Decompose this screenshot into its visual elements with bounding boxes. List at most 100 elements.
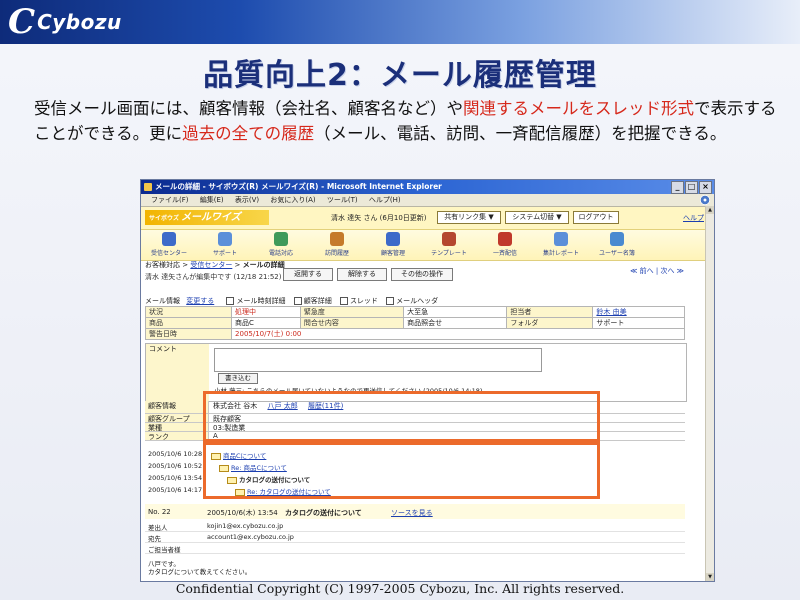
menu-favorites[interactable]: お気に入り(A): [270, 196, 315, 204]
logo-text: Cybozu: [37, 10, 122, 34]
customer-label: 顧客情報: [145, 401, 209, 413]
breadcrumb-root: お客様対応: [145, 261, 180, 269]
urgency-label: 緊急度: [299, 306, 405, 318]
menu-tools[interactable]: ツール(T): [327, 196, 358, 204]
product-label: 商品: [144, 317, 233, 329]
logout-button[interactable]: ログアウト: [573, 211, 619, 224]
mailwise-logo: サイボウズ メールワイズ: [145, 210, 269, 225]
assignee-value[interactable]: 鈴木 由美: [592, 306, 685, 318]
maximize-button[interactable]: □: [685, 181, 698, 194]
mail-info-bar: メール情報 変更する メール時刻詳細 顧客詳細 スレッド メールヘッダ: [145, 296, 438, 306]
mail-header: No. 22 2005/10/6(木) 13:54 カタログの送付について ソー…: [145, 504, 685, 519]
copyright-footer: Confidential Copyright (C) 1997-2005 Cyb…: [175, 581, 625, 596]
status-label: 状況: [144, 306, 233, 318]
ie-logo-icon: [700, 195, 710, 205]
from-value: kojin1@ex.cybozu.co.jp: [207, 522, 284, 530]
from-row: 差出人 kojin1@ex.cybozu.co.jp: [145, 521, 685, 532]
slide-title: 品質向上2：メール履歴管理: [203, 58, 597, 93]
thread-date: 2005/10/6 10:28: [148, 450, 203, 458]
greeting-row: ご担当者様: [145, 543, 685, 554]
mail-subject: カタログの送付について: [285, 509, 362, 517]
nav-broadcast-label: 一斉配信: [492, 250, 517, 257]
templates-icon: [442, 232, 456, 246]
folder-value: サポート: [592, 317, 685, 329]
nav-templates-label: テンプレート: [431, 250, 467, 257]
comment-label: コメント: [146, 344, 209, 401]
reopen-button[interactable]: 返開する: [283, 268, 333, 281]
urgency-value: 大至急: [403, 306, 508, 318]
to-value: account1@ex.cybozu.co.jp: [207, 533, 294, 541]
status-value: 処理中: [231, 306, 301, 318]
to-row: 宛先 account1@ex.cybozu.co.jp: [145, 532, 685, 543]
table-row: 警告日時 2005/10/7(土) 0:00: [144, 328, 685, 340]
nav-users[interactable]: ユーザー名簿: [589, 232, 645, 257]
comment-input[interactable]: [214, 348, 542, 372]
close-button[interactable]: ×: [699, 181, 712, 194]
release-button[interactable]: 解除する: [337, 268, 387, 281]
nav-inbox-label: 受信センター: [150, 250, 187, 257]
mail-status-table: 状況 処理中 緊急度 大至急 担当者 鈴木 由美 商品 商品C 問合せ内容 商品…: [144, 306, 685, 340]
check-time-label: メール時刻詳細: [236, 297, 286, 305]
vertical-scrollbar[interactable]: ▲ ▼: [705, 206, 714, 581]
desc-part-3: （メール、電話、訪問、一斉配信履歴）を把握できる。: [314, 124, 727, 143]
logo-mark-icon: C: [8, 2, 36, 42]
scroll-up-icon[interactable]: ▲: [706, 206, 714, 214]
mail-info-label: メール情報: [145, 297, 180, 305]
header-band: C Cybozu: [0, 0, 800, 44]
highlight-customer-box: [203, 391, 600, 442]
warn-label: 警告日時: [144, 328, 233, 340]
mail-addresses: 差出人 kojin1@ex.cybozu.co.jp 宛先 account1@ex.…: [145, 521, 685, 554]
nav-support[interactable]: サポート: [197, 232, 253, 257]
nav-reports[interactable]: 集計レポート: [533, 232, 589, 257]
nav-templates[interactable]: テンプレート: [421, 232, 477, 257]
help-link[interactable]: ヘルプ: [683, 213, 704, 223]
browser-titlebar: メールの詳細 - サイボウズ(R) メールワイズ(R) - Microsoft …: [141, 180, 714, 194]
breadcrumb-inbox[interactable]: 受信センター: [190, 261, 232, 269]
minimize-button[interactable]: _: [671, 181, 684, 194]
scroll-down-icon[interactable]: ▼: [706, 573, 714, 581]
inbox-icon: [162, 232, 176, 246]
phone-icon: [274, 232, 288, 246]
mail-number: No. 22: [148, 508, 171, 516]
nav-support-label: サポート: [212, 250, 237, 257]
menu-view[interactable]: 表示(V): [235, 196, 259, 204]
warn-value: 2005/10/7(土) 0:00: [231, 328, 685, 340]
menu-help[interactable]: ヘルプ(H): [369, 196, 401, 204]
checkbox-customer[interactable]: [293, 297, 302, 305]
browser-menubar: ファイル(F) 編集(E) 表示(V) お気に入り(A) ツール(T) ヘルプ(…: [141, 194, 714, 207]
assignee-label: 担当者: [506, 306, 594, 318]
checkbox-thread[interactable]: [339, 297, 348, 305]
check-thread-label: スレッド: [349, 297, 378, 305]
checkbox-header[interactable]: [386, 297, 395, 305]
pager[interactable]: ≪ 前へ | 次へ ≫: [630, 266, 684, 276]
app-nav: 受信センター サポート 電話対応 訪問履歴 顧客管理 テンプレート 一斉配信 集…: [141, 230, 714, 261]
editing-status: 清水 達矢さんが編集中です (12/18 21:52): [145, 273, 282, 281]
view-source-link[interactable]: ソースを見る: [391, 508, 433, 518]
rank-label: ランク: [145, 432, 209, 441]
menu-edit[interactable]: 編集(E): [200, 196, 224, 204]
checkbox-time[interactable]: [226, 297, 235, 305]
breadcrumb-current: メールの詳細: [242, 261, 285, 269]
write-button[interactable]: 書き込む: [218, 373, 258, 384]
industry-label: 業種: [145, 423, 209, 432]
nav-phone[interactable]: 電話対応: [253, 232, 309, 257]
mail-body-line: カタログについて教えてください。: [148, 568, 252, 576]
menu-file[interactable]: ファイル(F): [151, 196, 189, 204]
nav-visits[interactable]: 訪問履歴: [309, 232, 365, 257]
nav-users-label: ユーザー名簿: [599, 250, 635, 257]
nav-customers-label: 顧客管理: [380, 250, 405, 257]
desc-highlight-thread: 関連するメールをスレッド形式: [463, 99, 694, 118]
reports-icon: [554, 232, 568, 246]
nav-inbox[interactable]: 受信センター: [141, 232, 197, 257]
other-actions-button[interactable]: その他の操作: [391, 268, 453, 281]
system-switch-button[interactable]: システム切替 ▼: [505, 211, 569, 224]
nav-customers[interactable]: 顧客管理: [365, 232, 421, 257]
broadcast-icon: [498, 232, 512, 246]
shared-links-button[interactable]: 共有リンク集 ▼: [437, 211, 501, 224]
nav-broadcast[interactable]: 一斉配信: [477, 232, 533, 257]
browser-title: メールの詳細 - サイボウズ(R) メールワイズ(R) - Microsoft …: [155, 182, 442, 191]
mailwise-logo-small: サイボウズ: [149, 215, 180, 222]
edit-link[interactable]: 変更する: [186, 297, 214, 305]
users-icon: [610, 232, 624, 246]
folder-label: フォルダ: [506, 317, 594, 329]
